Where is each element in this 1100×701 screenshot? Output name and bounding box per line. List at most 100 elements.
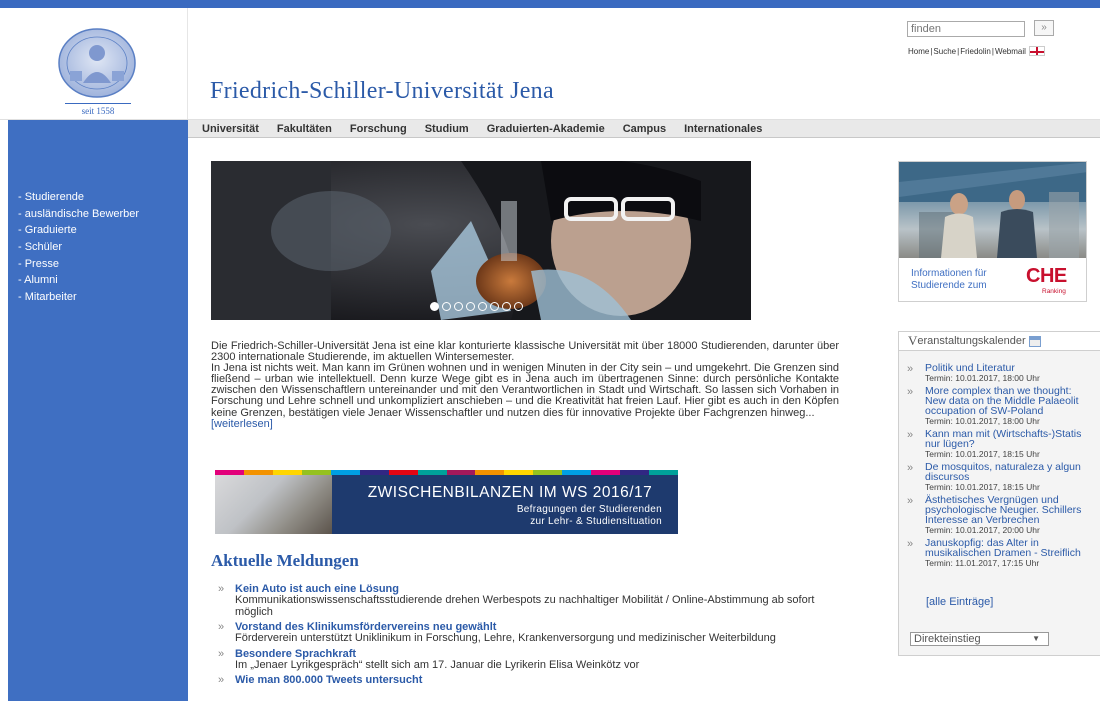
- top-links: Home | Suche | Friedolin | Webmail: [908, 46, 1045, 56]
- che-photo-image: [899, 162, 1086, 258]
- hero-photo: [211, 161, 751, 320]
- color-stripe: [533, 470, 563, 475]
- nav-fakultaeten[interactable]: Fakultäten: [277, 123, 332, 135]
- nav-studium[interactable]: Studium: [425, 123, 469, 135]
- nav-forschung[interactable]: Forschung: [350, 123, 407, 135]
- color-stripe: [649, 470, 678, 475]
- event-title-link[interactable]: nur lügen?: [925, 439, 1100, 450]
- color-stripe: [446, 470, 476, 475]
- color-stripe: [591, 470, 621, 475]
- search-input[interactable]: [907, 21, 1025, 37]
- sidebar-item-graduierte[interactable]: - Graduierte: [18, 222, 139, 239]
- news-title-link[interactable]: Wie man 800.000 Tweets untersucht: [235, 674, 828, 686]
- slide-dot-2[interactable]: [442, 302, 451, 311]
- search-button[interactable]: »: [1034, 20, 1054, 36]
- news-description: Förderverein unterstützt Uniklinikum in …: [235, 632, 776, 644]
- banner-subtitle-1: Befragungen der Studierenden: [516, 504, 662, 515]
- event-title-link[interactable]: discursos: [925, 472, 1100, 483]
- intro-text: Die Friedrich-Schiller-Universität Jena …: [211, 340, 839, 430]
- event-title-link[interactable]: occupation of SW-Poland: [925, 406, 1100, 417]
- che-ranking-label: Ranking: [1042, 288, 1066, 295]
- color-stripe: [330, 470, 360, 475]
- bullet-icon: »: [907, 495, 914, 507]
- color-stripe: [359, 470, 389, 475]
- founding-year: seit 1558: [81, 106, 115, 116]
- news-item: » Besondere Sprachkraft Im „Jenaer Lyrik…: [218, 648, 828, 672]
- slide-dot-8[interactable]: [514, 302, 523, 311]
- all-entries-link[interactable]: [alle Einträge]: [926, 596, 993, 608]
- news-item: » Wie man 800.000 Tweets untersucht: [218, 674, 828, 686]
- calendar-icon[interactable]: [1028, 335, 1041, 347]
- event-title-link[interactable]: Politik und Literatur: [925, 363, 1100, 374]
- survey-banner[interactable]: ZWISCHENBILANZEN IM WS 2016/17 Befragung…: [215, 470, 678, 534]
- slide-dot-5[interactable]: [478, 302, 487, 311]
- site-title[interactable]: Friedrich-Schiller-Universität Jena: [210, 78, 554, 105]
- quick-access-value: Direkteinstieg: [914, 633, 981, 645]
- event-item: » More complex than we thought: New data o…: [907, 386, 1100, 426]
- event-item: » De mosquitos, naturaleza y algun discurs…: [907, 462, 1100, 492]
- slide-dot-4[interactable]: [466, 302, 475, 311]
- slide-dot-7[interactable]: [502, 302, 511, 311]
- search-link[interactable]: Suche: [933, 47, 956, 56]
- sidebar-item-mitarbeiter[interactable]: - Mitarbeiter: [18, 289, 139, 306]
- che-line-2: Studierende zum: [911, 280, 987, 291]
- bullet-icon: »: [907, 538, 914, 550]
- color-stripe: [620, 470, 650, 475]
- banner-subtitle-2: zur Lehr- & Studiensituation: [530, 516, 662, 527]
- color-stripe: [475, 470, 505, 475]
- event-calendar: Veranstaltungskalender » Politik und Lite…: [898, 331, 1100, 656]
- color-stripe: [417, 470, 447, 475]
- banner-photo: [215, 475, 332, 534]
- home-link[interactable]: Home: [908, 47, 929, 56]
- sidebar-item-schueler[interactable]: - Schüler: [18, 239, 139, 256]
- main-navigation: Universität Fakultäten Forschung Studium…: [188, 120, 1100, 138]
- sidebar-item-presse[interactable]: - Presse: [18, 256, 139, 273]
- bullet-icon: »: [218, 647, 225, 660]
- intro-paragraph-1: Die Friedrich-Schiller-Universität Jena …: [211, 340, 839, 364]
- event-date: Termin: 11.01.2017, 17:15 Uhr: [925, 558, 1040, 568]
- nav-internationales[interactable]: Internationales: [684, 123, 762, 135]
- color-stripe: [504, 470, 534, 475]
- che-ranking-teaser[interactable]: Informationen für Studierende zum CHE Ra…: [898, 161, 1087, 302]
- friedolin-link[interactable]: Friedolin: [960, 47, 991, 56]
- slide-dot-1[interactable]: [430, 302, 439, 311]
- slide-dot-3[interactable]: [454, 302, 463, 311]
- calendar-heading-rest: eranstaltungskalender: [917, 335, 1026, 347]
- calendar-heading[interactable]: Veranstaltungskalender: [899, 332, 1100, 351]
- bullet-icon: »: [907, 462, 914, 474]
- sidebar-item-alumni[interactable]: - Alumni: [18, 272, 139, 289]
- seal-underline: [65, 103, 131, 104]
- che-text: Informationen für Studierende zum: [911, 268, 987, 292]
- event-title-link[interactable]: musikalischen Dramen - Streiflich: [925, 548, 1100, 559]
- webmail-link[interactable]: Webmail: [995, 47, 1026, 56]
- che-logo: CHE: [1026, 265, 1067, 287]
- slide-dot-6[interactable]: [490, 302, 499, 311]
- nav-campus[interactable]: Campus: [623, 123, 666, 135]
- event-date: Termin: 10.01.2017, 18:00 Uhr: [925, 416, 1040, 426]
- bullet-icon: »: [907, 363, 914, 375]
- che-photo: [899, 162, 1086, 258]
- sidebar-item-studierende[interactable]: - Studierende: [18, 189, 139, 206]
- event-list: » Politik und Literatur Termin: 10.01.2017…: [907, 363, 1100, 571]
- news-heading: Aktuelle Meldungen: [211, 551, 359, 570]
- event-title-link[interactable]: Interesse an Verbrechen: [925, 515, 1100, 526]
- hero-slideshow-image[interactable]: [211, 161, 751, 320]
- calendar-heading-initial: V: [908, 333, 918, 348]
- sidebar-item-auslaendische-bewerber[interactable]: - ausländische Bewerber: [18, 206, 139, 223]
- nav-graduierten-akademie[interactable]: Graduierten-Akademie: [487, 123, 605, 135]
- banner-title: ZWISCHENBILANZEN IM WS 2016/17: [367, 484, 653, 501]
- university-logo[interactable]: seit 1558: [8, 8, 188, 119]
- event-item: » Kann man mit (Wirtschafts-)Statis nur lü…: [907, 429, 1100, 459]
- color-stripe: [562, 470, 592, 475]
- quick-access-select[interactable]: Direkteinstieg ▼: [910, 632, 1049, 646]
- read-more-link[interactable]: [weiterlesen]: [211, 418, 273, 430]
- che-line-1: Informationen für: [911, 268, 987, 279]
- news-item: » Vorstand des Klinikumsfördervereins ne…: [218, 621, 828, 645]
- bullet-icon: »: [907, 386, 914, 398]
- english-flag-icon[interactable]: [1028, 46, 1045, 56]
- bullet-icon: »: [218, 583, 225, 595]
- news-title-link[interactable]: Besondere Sprachkraft: [235, 648, 828, 660]
- event-date: Termin: 10.01.2017, 20:00 Uhr: [925, 525, 1040, 535]
- event-item: » Politik und Literatur Termin: 10.01.2017…: [907, 363, 1100, 383]
- nav-universitaet[interactable]: Universität: [202, 123, 259, 135]
